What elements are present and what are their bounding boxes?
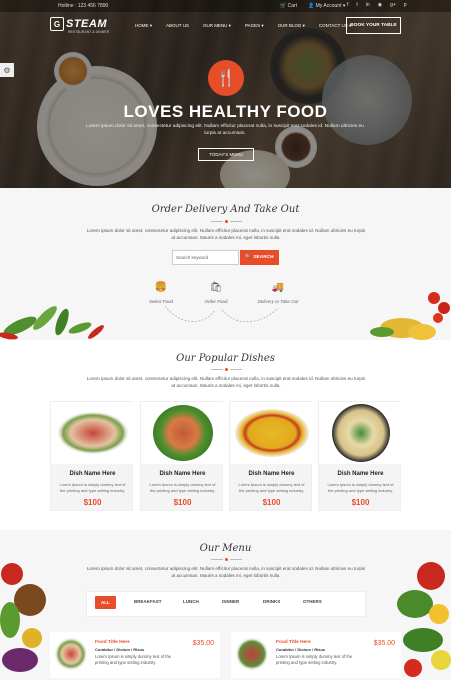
vegetables-decoration [370, 292, 450, 340]
twitter-icon[interactable]: t [356, 2, 357, 8]
instagram-icon[interactable]: ◉ [378, 2, 382, 8]
dishes-title: Our Popular Dishes [176, 353, 275, 364]
order-section: Order Delivery And Take Out Lorem ipsum … [0, 188, 451, 340]
search-button-label: SEARCH [253, 255, 274, 260]
pinterest-icon[interactable]: p [404, 2, 407, 8]
dish-card[interactable]: Dish Name Here Lorem Ipsum is simply dum… [50, 401, 134, 511]
tab-breakfast[interactable]: BREAKFAST [134, 599, 162, 604]
menu-item-description: Lorem Ipsum is simply dummy text of the … [276, 654, 353, 665]
cutlery-icon: 🍴 [208, 60, 244, 96]
order-text: Lorem ipsum dolor sit amet, consectetur … [86, 228, 366, 240]
linkedin-icon[interactable]: in [366, 2, 370, 8]
nav-item-home[interactable]: HOME ▾ [135, 23, 152, 29]
account-link[interactable]: 👤 My Account ▾ [308, 3, 345, 9]
dish-image [319, 402, 402, 464]
menu-title: Our Menu [199, 543, 252, 554]
brand-subtitle: RESTAURANT & DINNER [68, 30, 110, 34]
dish-card[interactable]: Dish Name Here Lorem Ipsum is simply dum… [318, 401, 402, 511]
nav-item-menu[interactable]: OUR MENU ▾ [203, 23, 231, 29]
search-button[interactable]: 🔍 SEARCH [240, 250, 279, 265]
top-bar: Hotline : 123 456 7890 🛒 Cart 👤 My Accou… [0, 0, 451, 12]
order-title: Order Delivery And Take Out [151, 204, 300, 215]
hero-banner: Hotline : 123 456 7890 🛒 Cart 👤 My Accou… [0, 0, 451, 188]
account-label: My Account ▾ [315, 3, 346, 9]
dish-image [141, 402, 224, 464]
user-icon: 👤 [308, 3, 316, 9]
dish-description: Lorem Ipsum is simply dummy text of the … [59, 482, 126, 493]
search-icon: 🔍 [245, 255, 252, 260]
basket-icon: 🛍 [209, 282, 223, 293]
dish-card[interactable]: Dish Name Here Lorem Ipsum is simply dum… [140, 401, 224, 511]
cart-label: Cart [287, 3, 298, 9]
logo-mark: G [50, 17, 64, 31]
search-input[interactable]: Search keyword [172, 250, 239, 265]
nav-item-about[interactable]: ABOUT US [166, 23, 189, 29]
menu-tabs: ALL BREAKFAST LUNCH DINNER DRINKS OTHERS [86, 591, 366, 617]
main-nav: HOME ▾ ABOUT US OUR MENU ▾ PAGES ▾ OUR B… [135, 23, 351, 29]
herbs-decoration [0, 306, 104, 340]
dish-price: $100 [262, 498, 281, 507]
google-plus-icon[interactable]: g+ [390, 2, 396, 8]
menu-item-image [236, 638, 268, 670]
dish-name: Dish Name Here [69, 471, 116, 477]
menu-item[interactable]: Food Title Here Curabitur / Dictum / Ris… [231, 632, 401, 678]
dish-image [230, 402, 313, 464]
tab-others[interactable]: OTHERS [303, 599, 322, 604]
nav-item-pages[interactable]: PAGES ▾ [245, 23, 264, 29]
section-divider [210, 219, 242, 224]
gear-icon[interactable]: ⚙ [0, 63, 14, 77]
dish-card[interactable]: Dish Name Here Lorem Ipsum is simply dum… [229, 401, 313, 511]
dish-price: $100 [83, 498, 102, 507]
cart-icon: 🛒 [280, 3, 288, 9]
dish-price: $100 [173, 498, 192, 507]
menu-item-title: Food Title Here [95, 640, 130, 645]
site-logo[interactable]: G STEAM RESTAURANT & DINNER [50, 17, 110, 34]
menu-item-description: Lorem Ipsum is simply dummy text of the … [95, 654, 172, 665]
tab-all[interactable]: ALL [95, 596, 116, 609]
burger-icon: 🍔 [154, 282, 168, 293]
vegetables-decoration-left [0, 563, 46, 672]
tab-dinner[interactable]: DINNER [222, 599, 239, 604]
dish-description: Lorem Ipsum is simply dummy text of the … [327, 482, 394, 493]
menu-item-category: Curabitur / Dictum / Risus [276, 647, 326, 652]
hero-title: LOVES HEALTHY FOOD [123, 102, 328, 121]
social-links: f t in ◉ g+ p [347, 2, 407, 8]
dish-price: $100 [351, 498, 370, 507]
menu-item-image [55, 638, 87, 670]
dish-name: Dish Name Here [159, 471, 206, 477]
menu-item[interactable]: Food Title Here Curabitur / Dictum / Ris… [50, 632, 220, 678]
dish-image [51, 402, 134, 464]
menu-item-price: $35.00 [192, 640, 214, 647]
dish-description: Lorem Ipsum is simply dummy text of the … [149, 482, 216, 493]
section-divider [210, 367, 242, 372]
brand-name: STEAM [66, 18, 107, 30]
section-divider [210, 557, 242, 562]
dish-name: Dish Name Here [248, 471, 295, 477]
step-connector [164, 305, 279, 322]
dish-description: Lorem Ipsum is simply dummy text of the … [238, 482, 305, 493]
menu-item-category: Curabitur / Dictum / Risus [95, 647, 145, 652]
delivery-icon: 🚚 [271, 282, 285, 293]
hotline-text: Hotline : 123 456 7890 [58, 3, 109, 9]
tab-drinks[interactable]: DRINKS [263, 599, 280, 604]
dishes-text: Lorem ipsum dolor sit amet, consectetur … [86, 376, 366, 388]
dish-name: Dish Name Here [337, 471, 384, 477]
hero-text: Lorem ipsum dolor sit amet, consectetur … [86, 124, 364, 136]
vegetables-decoration-right [397, 562, 451, 677]
menu-text: Lorem ipsum dolor sit amet, consectetur … [86, 566, 366, 578]
todays-menu-button[interactable]: TODAY'S MENU [198, 148, 254, 161]
facebook-icon[interactable]: f [347, 2, 348, 8]
popular-dishes-section: Our Popular Dishes Lorem ipsum dolor sit… [0, 340, 451, 530]
book-table-button[interactable]: BOOK YOUR TABLE [346, 17, 401, 34]
menu-item-price: $35.00 [373, 640, 395, 647]
menu-item-title: Food Title Here [276, 640, 311, 645]
nav-item-blog[interactable]: OUR BLOG ▾ [278, 23, 305, 29]
cart-link[interactable]: 🛒 Cart [280, 3, 297, 9]
tab-lunch[interactable]: LUNCH [183, 599, 199, 604]
our-menu-section: Our Menu Lorem ipsum dolor sit amet, con… [0, 530, 451, 680]
